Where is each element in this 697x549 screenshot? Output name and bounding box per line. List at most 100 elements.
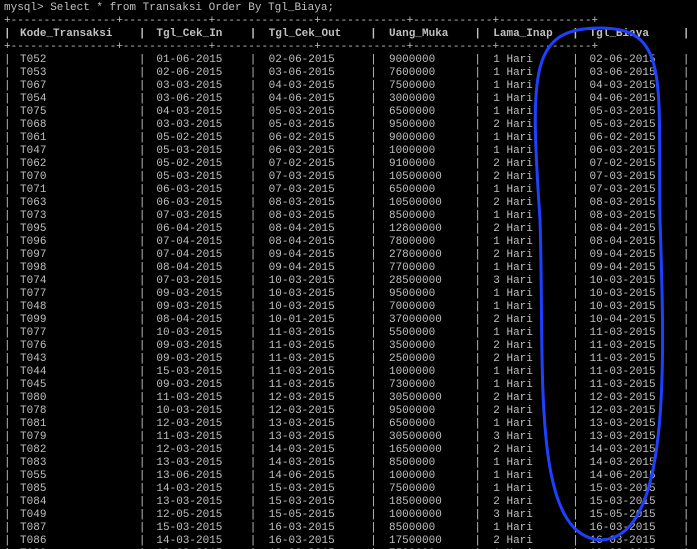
cell-biaya: 10-04-2015 [590, 314, 670, 327]
cell-kode: T052 [20, 54, 132, 67]
cell-lama: 2 Hari [493, 171, 565, 184]
cell-biaya: 06-02-2015 [590, 132, 670, 145]
cell-cek-out: 06-02-2015 [269, 132, 357, 145]
cell-lama: 1 Hari [493, 80, 565, 93]
header-row: | Kode_Transaksi | Tgl_Cek_In | Tgl_Cek_… [4, 28, 694, 41]
cell-lama: 1 Hari [493, 54, 565, 67]
cell-uang: 7500000 [389, 483, 461, 496]
cell-lama: 2 Hari [493, 444, 565, 457]
table-row: | T076 | 09-03-2015 | 11-03-2015 | 35000… [4, 340, 694, 353]
cell-uang: 10500000 [389, 197, 461, 210]
cell-uang: 18500000 [389, 496, 461, 509]
cell-biaya: 12-03-2015 [590, 405, 670, 418]
cell-kode: T084 [20, 496, 132, 509]
table-row: | T061 | 05-02-2015 | 06-02-2015 | 90000… [4, 132, 694, 145]
cell-biaya: 08-04-2015 [590, 236, 670, 249]
cell-cek-out: 13-03-2015 [269, 431, 357, 444]
cell-lama: 2 Hari [493, 340, 565, 353]
cell-cek-in: 08-04-2015 [156, 262, 236, 275]
cell-uang: 10500000 [389, 171, 461, 184]
table-row: | T054 | 03-06-2015 | 04-06-2015 | 30000… [4, 93, 694, 106]
cell-cek-out: 11-03-2015 [269, 340, 357, 353]
cell-biaya: 11-03-2015 [590, 327, 670, 340]
cell-uang: 30500000 [389, 392, 461, 405]
cell-uang: 8500000 [389, 522, 461, 535]
cell-biaya: 14-03-2015 [590, 444, 670, 457]
cell-kode: T045 [20, 379, 132, 392]
cell-cek-out: 14-06-2015 [269, 470, 357, 483]
cell-biaya: 11-03-2015 [590, 366, 670, 379]
cell-kode: T044 [20, 366, 132, 379]
separator-top: +----------------+-------------+--------… [4, 15, 693, 28]
cell-biaya: 03-06-2015 [590, 67, 670, 80]
cell-kode: T055 [20, 470, 132, 483]
cell-kode: T073 [20, 210, 132, 223]
table-row: | T078 | 10-03-2015 | 12-03-2015 | 95000… [4, 405, 694, 418]
cell-cek-out: 08-04-2015 [269, 236, 357, 249]
cell-kode: T078 [20, 405, 132, 418]
cell-uang: 37000000 [389, 314, 461, 327]
cell-biaya: 14-03-2015 [590, 457, 670, 470]
cell-cek-out: 12-03-2015 [269, 405, 357, 418]
cell-lama: 2 Hari [493, 223, 565, 236]
table-row: | T096 | 07-04-2015 | 08-04-2015 | 78000… [4, 236, 694, 249]
cell-lama: 1 Hari [493, 379, 565, 392]
cell-cek-out: 10-03-2015 [269, 288, 357, 301]
cell-uang: 2500000 [389, 353, 461, 366]
table-row: | T049 | 12-05-2015 | 15-05-2015 | 10000… [4, 509, 694, 522]
cell-lama: 1 Hari [493, 483, 565, 496]
cell-lama: 3 Hari [493, 509, 565, 522]
table-row: | T074 | 07-03-2015 | 10-03-2015 | 28500… [4, 275, 694, 288]
cell-cek-in: 05-03-2015 [156, 171, 236, 184]
cell-cek-in: 07-04-2015 [156, 249, 236, 262]
cell-biaya: 10-03-2015 [590, 301, 670, 314]
cell-lama: 2 Hari [493, 353, 565, 366]
cell-lama: 3 Hari [493, 275, 565, 288]
cell-kode: T086 [20, 535, 132, 548]
cell-cek-out: 11-03-2015 [269, 366, 357, 379]
cell-cek-in: 13-03-2015 [156, 457, 236, 470]
cell-uang: 9000000 [389, 54, 461, 67]
separator-mid: +----------------+-------------+--------… [4, 41, 694, 54]
cell-lama: 1 Hari [493, 67, 565, 80]
cell-cek-out: 08-03-2015 [269, 210, 357, 223]
cell-kode: T049 [20, 509, 132, 522]
cell-biaya: 16-03-2015 [590, 522, 670, 535]
cell-kode: T047 [20, 145, 132, 158]
cell-lama: 1 Hari [493, 366, 565, 379]
cell-biaya: 15-05-2015 [590, 509, 670, 522]
table-row: | T055 | 13-06-2015 | 14-06-2015 | 10000… [4, 470, 694, 483]
table-row: | T086 | 14-03-2015 | 16-03-2015 | 17500… [4, 535, 694, 548]
cell-uang: 10000000 [389, 509, 461, 522]
cell-cek-out: 08-03-2015 [269, 197, 357, 210]
cell-lama: 2 Hari [493, 249, 565, 262]
cell-lama: 1 Hari [493, 301, 565, 314]
cell-cek-out: 05-03-2015 [269, 106, 357, 119]
cell-uang: 8500000 [389, 457, 461, 470]
cell-cek-out: 16-03-2015 [269, 522, 357, 535]
cell-uang: 9000000 [389, 132, 461, 145]
cell-biaya: 09-04-2015 [590, 249, 670, 262]
cell-cek-in: 14-03-2015 [156, 483, 236, 496]
cell-biaya: 04-03-2015 [590, 80, 670, 93]
cell-uang: 17500000 [389, 535, 461, 548]
cell-kode: T087 [20, 522, 132, 535]
cell-kode: T081 [20, 418, 132, 431]
table-row: | T045 | 09-03-2015 | 11-03-2015 | 73000… [4, 379, 694, 392]
cell-kode: T079 [20, 431, 132, 444]
cell-cek-in: 03-06-2015 [156, 93, 236, 106]
cell-uang: 30500000 [389, 431, 461, 444]
cell-uang: 7800000 [389, 236, 461, 249]
cell-biaya: 11-03-2015 [590, 353, 670, 366]
col-cek-out: Tgl_Cek_Out [269, 28, 357, 41]
cell-cek-out: 02-06-2015 [269, 54, 357, 67]
cell-biaya: 05-03-2015 [590, 119, 670, 132]
cell-biaya: 09-04-2015 [590, 262, 670, 275]
cell-cek-out: 10-03-2015 [269, 275, 357, 288]
table-row: | T047 | 05-03-2015 | 06-03-2015 | 10000… [4, 145, 694, 158]
cell-cek-in: 05-02-2015 [156, 158, 236, 171]
cell-kode: T099 [20, 314, 132, 327]
cell-cek-out: 07-02-2015 [269, 158, 357, 171]
table-row: | T067 | 03-03-2015 | 04-03-2015 | 75000… [4, 80, 694, 93]
cell-uang: 9100000 [389, 158, 461, 171]
